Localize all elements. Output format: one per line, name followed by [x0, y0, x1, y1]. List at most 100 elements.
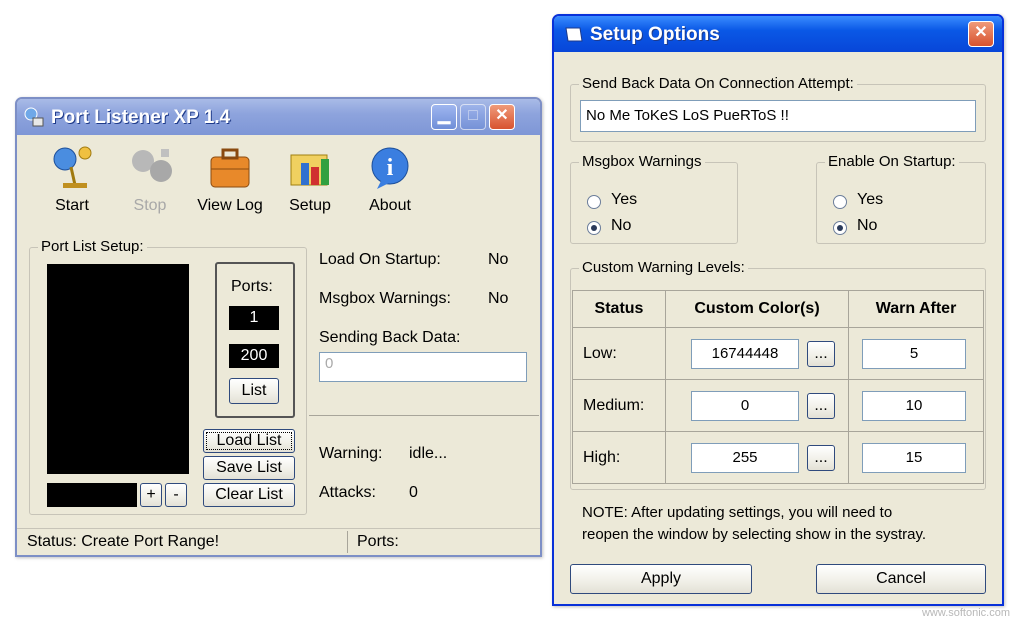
color-input[interactable]: 16744448 — [691, 338, 799, 369]
port-from-field[interactable]: 1 — [229, 306, 279, 330]
start-button[interactable]: Start — [39, 145, 105, 229]
port-entry-field[interactable] — [47, 483, 137, 507]
add-port-button[interactable]: + — [140, 483, 162, 507]
attacks-label: Attacks: — [319, 484, 376, 501]
setup-titlebar[interactable]: Setup Options ✕ — [554, 16, 1002, 52]
warn-after-input[interactable]: 10 — [862, 390, 966, 421]
stop-button[interactable]: Stop — [117, 145, 183, 229]
status-bar: Status: Create Port Range! Ports: — [17, 528, 540, 555]
status-ports: Ports: — [357, 533, 399, 550]
color-browse-button[interactable]: ... — [807, 340, 835, 367]
table-row: Low: 16744448 ... 5 — [572, 327, 984, 380]
enable-on-startup-group: Enable On Startup: Yes No — [816, 153, 986, 244]
listener-titlebar[interactable]: Port Listener XP 1.4 ▁ □ ✕ — [17, 99, 540, 135]
port-to-field[interactable]: 200 — [229, 344, 279, 368]
info-icon: i — [367, 145, 413, 191]
list-button[interactable]: List — [229, 378, 279, 404]
setup-options-window: Setup Options ✕ Send Back Data On Connec… — [552, 14, 1004, 606]
svg-text:i: i — [387, 155, 394, 181]
about-label: About — [369, 197, 411, 214]
start-label: Start — [55, 197, 89, 214]
clear-list-button[interactable]: Clear List — [203, 483, 295, 507]
info-divider — [309, 415, 539, 416]
load-on-startup-value: No — [488, 251, 509, 268]
msgbox-warnings-legend: Msgbox Warnings — [579, 153, 705, 170]
startup-yes-label: Yes — [857, 191, 884, 208]
status-column-header: Status — [572, 290, 666, 328]
startup-no-label: No — [857, 217, 878, 234]
stop-label: Stop — [133, 197, 167, 214]
view-log-label: View Log — [197, 197, 263, 214]
about-button[interactable]: i About — [357, 145, 423, 229]
status-divider — [347, 531, 348, 553]
watermark: www.softonic.com — [921, 607, 1010, 619]
startup-no-radio[interactable] — [833, 221, 847, 235]
setup-title: Setup Options — [590, 24, 720, 45]
folder-setup-icon — [287, 145, 333, 191]
close-icon: ✕ — [495, 107, 509, 124]
setup-label: Setup — [289, 197, 331, 214]
color-input[interactable]: 255 — [691, 442, 799, 473]
row-status-label: Medium: — [572, 379, 666, 432]
msgbox-warnings-label: Msgbox Warnings: — [319, 290, 451, 307]
table-row: Medium: 0 ... 10 — [572, 379, 984, 432]
row-status-label: High: — [572, 431, 666, 484]
warning-value: idle... — [409, 445, 448, 462]
row-warn-cell: 5 — [848, 327, 984, 380]
color-input[interactable]: 0 — [691, 390, 799, 421]
msgbox-warnings-group: Msgbox Warnings Yes No — [570, 153, 738, 244]
custom-color-column-header: Custom Color(s) — [665, 290, 849, 328]
send-back-legend: Send Back Data On Connection Attempt: — [579, 75, 857, 92]
table-row: High: 255 ... 15 — [572, 431, 984, 484]
setup-button[interactable]: Setup — [277, 145, 343, 229]
msgbox-warnings-value: No — [488, 290, 509, 307]
row-warn-cell: 15 — [848, 431, 984, 484]
warn-after-input[interactable]: 5 — [862, 338, 966, 369]
remove-port-button[interactable]: - — [165, 483, 187, 507]
briefcase-icon — [207, 145, 253, 191]
warn-after-input[interactable]: 15 — [862, 442, 966, 473]
enable-on-startup-legend: Enable On Startup: — [825, 153, 959, 170]
sending-back-data-label: Sending Back Data: — [319, 329, 461, 346]
send-back-data-input[interactable]: No Me ToKeS LoS PueRToS !! — [580, 100, 976, 132]
app-icon — [23, 106, 45, 128]
cancel-button[interactable]: Cancel — [816, 564, 986, 594]
ports-label: Ports: — [231, 278, 273, 295]
minimize-button[interactable]: ▁ — [431, 104, 457, 130]
attacks-value: 0 — [409, 484, 418, 501]
load-on-startup-label: Load On Startup: — [319, 251, 441, 268]
status-text: Status: Create Port Range! — [27, 533, 220, 550]
maximize-icon: □ — [468, 107, 478, 124]
msgbox-no-label: No — [611, 217, 632, 234]
close-button[interactable]: ✕ — [489, 104, 515, 130]
port-listener-window: Port Listener XP 1.4 ▁ □ ✕ Start Stop Vi… — [15, 97, 542, 557]
row-color-cell: 0 ... — [665, 379, 849, 432]
color-browse-button[interactable]: ... — [807, 444, 835, 471]
port-listbox[interactable] — [47, 264, 189, 474]
custom-warning-levels-legend: Custom Warning Levels: — [579, 259, 748, 276]
ports-group: Ports: 1 200 List — [215, 262, 295, 418]
table-header-row: Status Custom Color(s) Warn After — [572, 290, 984, 328]
color-browse-button[interactable]: ... — [807, 392, 835, 419]
maximize-button[interactable]: □ — [460, 104, 486, 130]
row-warn-cell: 10 — [848, 379, 984, 432]
warn-after-column-header: Warn After — [848, 290, 984, 328]
apply-button[interactable]: Apply — [570, 564, 752, 594]
warning-label: Warning: — [319, 445, 383, 462]
setup-close-button[interactable]: ✕ — [968, 21, 994, 47]
row-color-cell: 16744448 ... — [665, 327, 849, 380]
note-line-2: reopen the window by selecting show in t… — [582, 526, 927, 543]
view-log-button[interactable]: View Log — [197, 145, 263, 229]
network-stop-icon — [127, 145, 173, 191]
minimize-icon: ▁ — [437, 107, 451, 124]
msgbox-no-radio[interactable] — [587, 221, 601, 235]
save-list-button[interactable]: Save List — [203, 456, 295, 480]
sending-back-data-field: 0 — [319, 352, 527, 382]
msgbox-yes-radio[interactable] — [587, 195, 601, 209]
close-icon: ✕ — [974, 24, 988, 41]
port-list-setup-legend: Port List Setup: — [38, 238, 147, 255]
msgbox-yes-label: Yes — [611, 191, 638, 208]
row-color-cell: 255 ... — [665, 431, 849, 484]
load-list-button[interactable]: Load List — [203, 429, 295, 453]
startup-yes-radio[interactable] — [833, 195, 847, 209]
